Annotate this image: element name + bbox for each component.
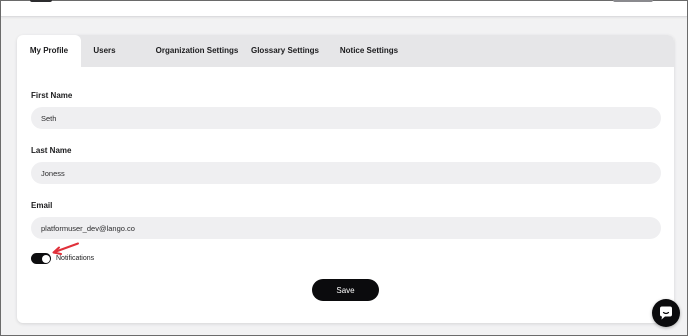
tab-glossary-settings[interactable]: Glossary Settings: [239, 35, 331, 67]
notifications-label: Notifications: [56, 255, 95, 262]
tab-users[interactable]: Users: [87, 35, 122, 67]
chat-button[interactable]: [652, 299, 680, 327]
notifications-toggle[interactable]: [31, 253, 51, 264]
tab-notice-settings[interactable]: Notice Settings: [326, 35, 412, 67]
save-button[interactable]: Save: [312, 279, 379, 301]
settings-tabs: My Profile Users Organization Settings G…: [17, 35, 674, 67]
settings-card: My Profile Users Organization Settings G…: [17, 35, 674, 323]
top-bar-right-fragment: [613, 0, 653, 2]
email-label: Email: [31, 201, 53, 210]
chat-bubble-icon: [660, 306, 672, 320]
top-bar-left-fragment: [30, 0, 52, 2]
first-name-label: First Name: [31, 91, 73, 100]
last-name-field[interactable]: [31, 162, 661, 184]
arrow-icon: [52, 242, 79, 255]
tab-my-profile[interactable]: My Profile: [17, 35, 81, 67]
top-bar: [1, 0, 687, 17]
toggle-knob: [41, 254, 50, 263]
email-field[interactable]: [31, 217, 661, 239]
first-name-field[interactable]: [31, 107, 661, 129]
last-name-label: Last Name: [31, 146, 72, 155]
